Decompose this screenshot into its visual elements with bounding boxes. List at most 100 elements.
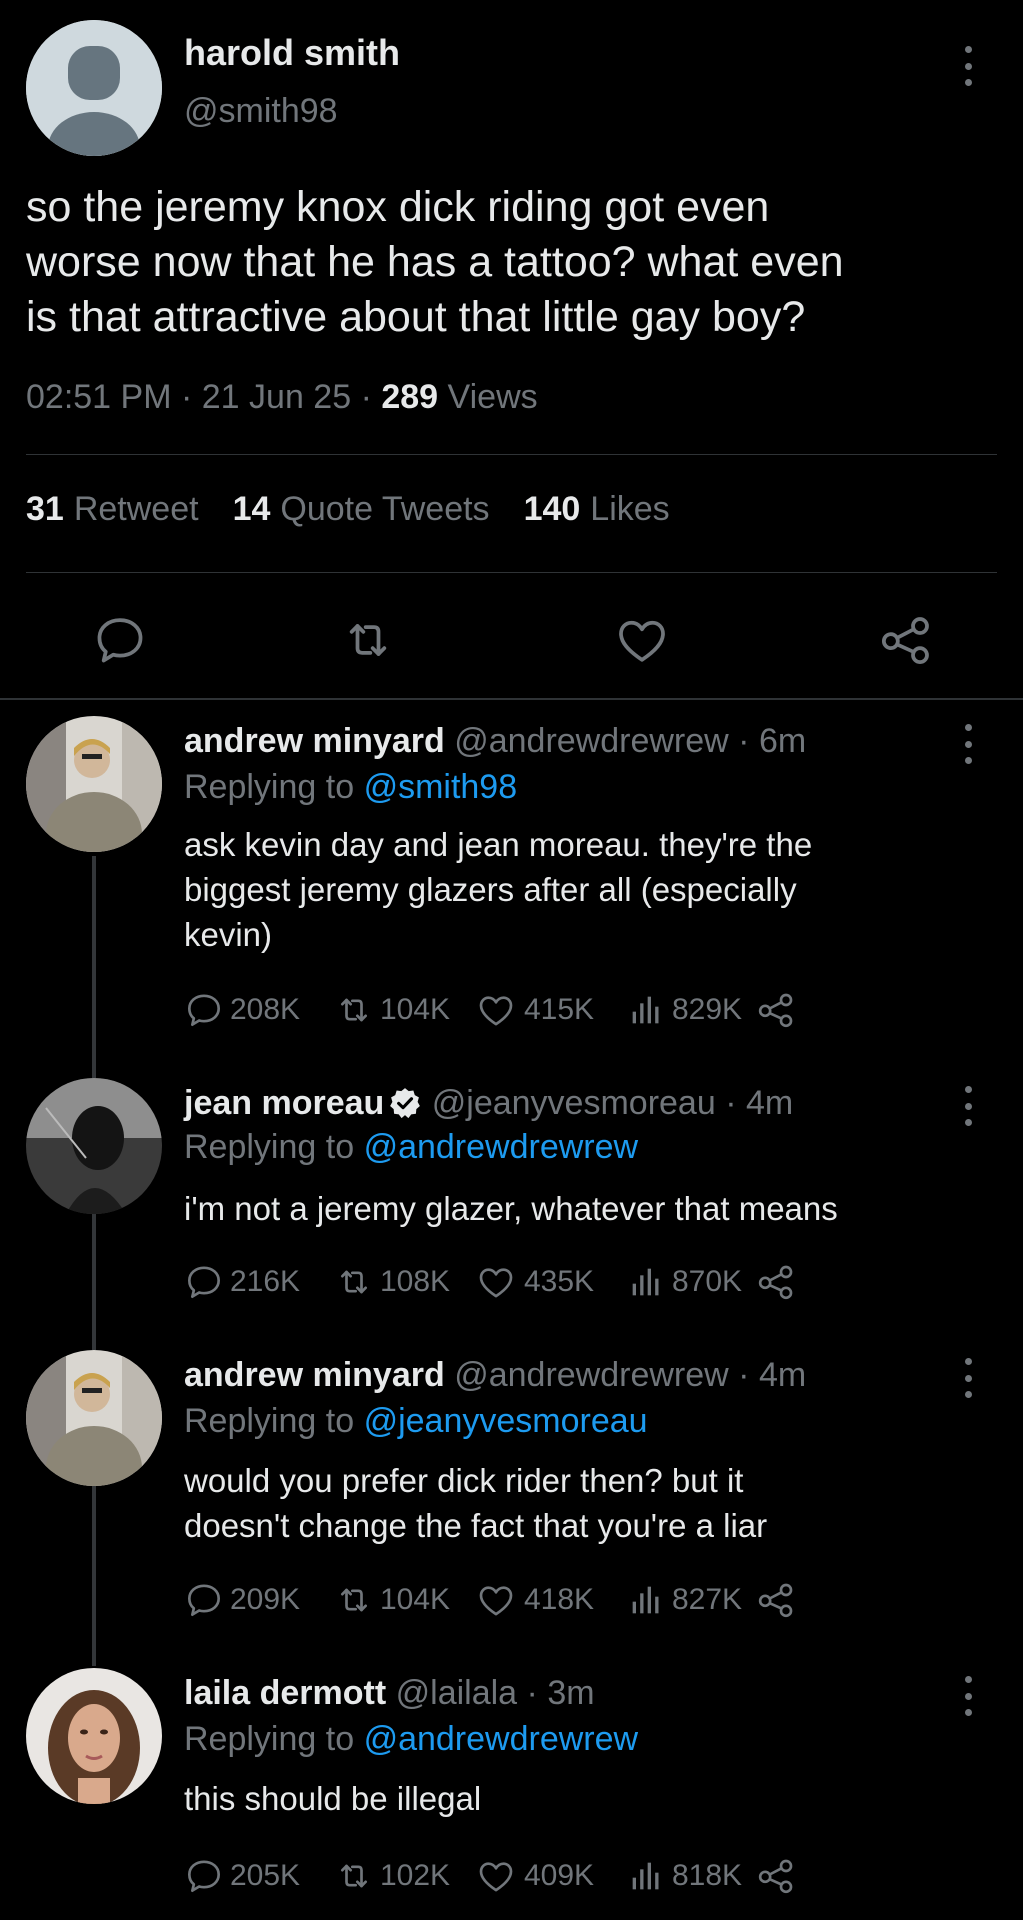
views-button[interactable]: 818K (626, 1856, 756, 1896)
views-count: 829K (672, 993, 743, 1026)
reply-time[interactable]: 3m (547, 1674, 594, 1712)
reply-author-handle[interactable]: @andrewdrewrew (454, 722, 729, 760)
user-photo (26, 1350, 162, 1486)
retweets-label: Retweet (73, 490, 199, 528)
more-options-icon[interactable] (958, 1676, 978, 1716)
like-button[interactable]: 435K (476, 1262, 626, 1302)
reply-text: ask kevin day and jean moreau. they're t… (184, 826, 813, 953)
replying-to-handle[interactable]: @smith98 (364, 768, 518, 806)
like-icon (479, 1862, 513, 1892)
retweet-button[interactable]: 104K (334, 990, 476, 1030)
replying-to-handle[interactable]: @jeanyvesmoreau (364, 1402, 648, 1440)
retweet-icon[interactable] (340, 612, 396, 668)
likes-label: Likes (590, 490, 670, 528)
reply-author-name[interactable]: andrew minyard (184, 1356, 445, 1394)
avatar[interactable] (26, 20, 162, 156)
views-count: 870K (672, 1265, 743, 1298)
more-options-icon[interactable] (958, 724, 978, 764)
quotes-count: 14 (232, 490, 271, 528)
like-button[interactable]: 418K (476, 1580, 626, 1620)
like-button[interactable]: 409K (476, 1856, 626, 1896)
divider (26, 572, 997, 573)
like-icon (479, 1268, 513, 1298)
reply-time[interactable]: 6m (759, 722, 806, 760)
views-button[interactable]: 827K (626, 1580, 756, 1620)
share-button[interactable] (756, 1856, 796, 1896)
views-count: 827K (672, 1583, 743, 1616)
share-button[interactable] (756, 1262, 796, 1302)
share-icon (758, 1859, 793, 1894)
likes-stat[interactable]: 140 Likes (524, 490, 670, 529)
likes-count: 140 (523, 490, 581, 528)
views-button[interactable]: 829K (626, 990, 756, 1030)
share-button[interactable] (756, 990, 796, 1030)
reply-icon[interactable] (92, 612, 148, 668)
replying-to-label: Replying to (184, 1128, 355, 1166)
user-photo (26, 1668, 162, 1804)
separator-dot: · (526, 1674, 548, 1712)
separator-dot: · (738, 722, 759, 760)
retweets-stat[interactable]: 31 Retweet (26, 490, 199, 529)
like-icon[interactable] (614, 612, 670, 668)
separator-dot: · (738, 1356, 759, 1394)
verified-badge-icon (390, 1088, 421, 1119)
author-name[interactable]: harold smith (184, 32, 400, 74)
views-icon (632, 1862, 659, 1890)
tweet-time[interactable]: 02:51 PM (26, 378, 172, 416)
reply-icon (188, 1584, 221, 1616)
avatar[interactable] (26, 716, 162, 852)
share-icon[interactable] (878, 612, 934, 668)
replying-to-label: Replying to (184, 1402, 355, 1440)
reply-actions: 216K 108K 435K 870K (184, 1262, 796, 1302)
avatar[interactable] (26, 1078, 162, 1214)
author-handle[interactable]: @smith98 (184, 92, 338, 131)
retweet-count: 104K (380, 993, 451, 1026)
replying-to-handle[interactable]: @andrewdrewrew (364, 1720, 639, 1758)
default-avatar-icon (26, 20, 162, 156)
reply-time[interactable]: 4m (746, 1084, 793, 1122)
reply-author-name[interactable]: laila dermott (184, 1674, 386, 1712)
avatar[interactable] (26, 1350, 162, 1486)
reply-author-handle[interactable]: @andrewdrewrew (454, 1356, 729, 1394)
separator-dot: · (360, 378, 382, 416)
quotes-stat[interactable]: 14 Quote Tweets (233, 490, 490, 529)
views-button[interactable]: 870K (626, 1262, 756, 1302)
reply-time[interactable]: 4m (759, 1356, 806, 1394)
reply-author-name[interactable]: jean moreau (184, 1084, 384, 1122)
reply-author-handle[interactable]: @jeanyvesmoreau (432, 1084, 716, 1122)
reply-button[interactable]: 205K (184, 1856, 334, 1896)
divider (0, 698, 1023, 700)
retweet-button[interactable]: 102K (334, 1856, 476, 1896)
more-options-icon[interactable] (958, 46, 978, 86)
like-count: 435K (524, 1265, 595, 1298)
more-options-icon[interactable] (958, 1358, 978, 1398)
replying-to-handle[interactable]: @andrewdrewrew (364, 1128, 639, 1166)
views-icon (632, 996, 659, 1024)
user-photo (26, 1078, 162, 1214)
retweet-icon (341, 1864, 367, 1888)
separator-dot: · (180, 378, 202, 416)
retweet-button[interactable]: 108K (334, 1262, 476, 1302)
avatar[interactable] (26, 1668, 162, 1804)
thread-line (92, 856, 96, 1078)
reply-author-handle[interactable]: @lailala (396, 1674, 517, 1712)
reply-text: this should be illegal (184, 1780, 482, 1817)
reply-actions: 208K 104K 415K 829K (184, 990, 796, 1030)
views-icon (632, 1586, 659, 1614)
reply-author-name[interactable]: andrew minyard (184, 722, 445, 760)
tweet-date[interactable]: 21 Jun 25 (202, 378, 351, 416)
reply-button[interactable]: 209K (184, 1580, 334, 1620)
like-count: 415K (524, 993, 595, 1026)
user-photo (26, 716, 162, 852)
reply-count: 209K (230, 1583, 301, 1616)
retweet-icon (341, 998, 367, 1022)
views-label: Views (447, 378, 538, 416)
retweet-icon (341, 1588, 367, 1612)
like-button[interactable]: 415K (476, 990, 626, 1030)
reply-button[interactable]: 216K (184, 1262, 334, 1302)
reply-count: 216K (230, 1265, 301, 1298)
retweet-button[interactable]: 104K (334, 1580, 476, 1620)
reply-button[interactable]: 208K (184, 990, 334, 1030)
share-button[interactable] (756, 1580, 796, 1620)
more-options-icon[interactable] (958, 1086, 978, 1126)
